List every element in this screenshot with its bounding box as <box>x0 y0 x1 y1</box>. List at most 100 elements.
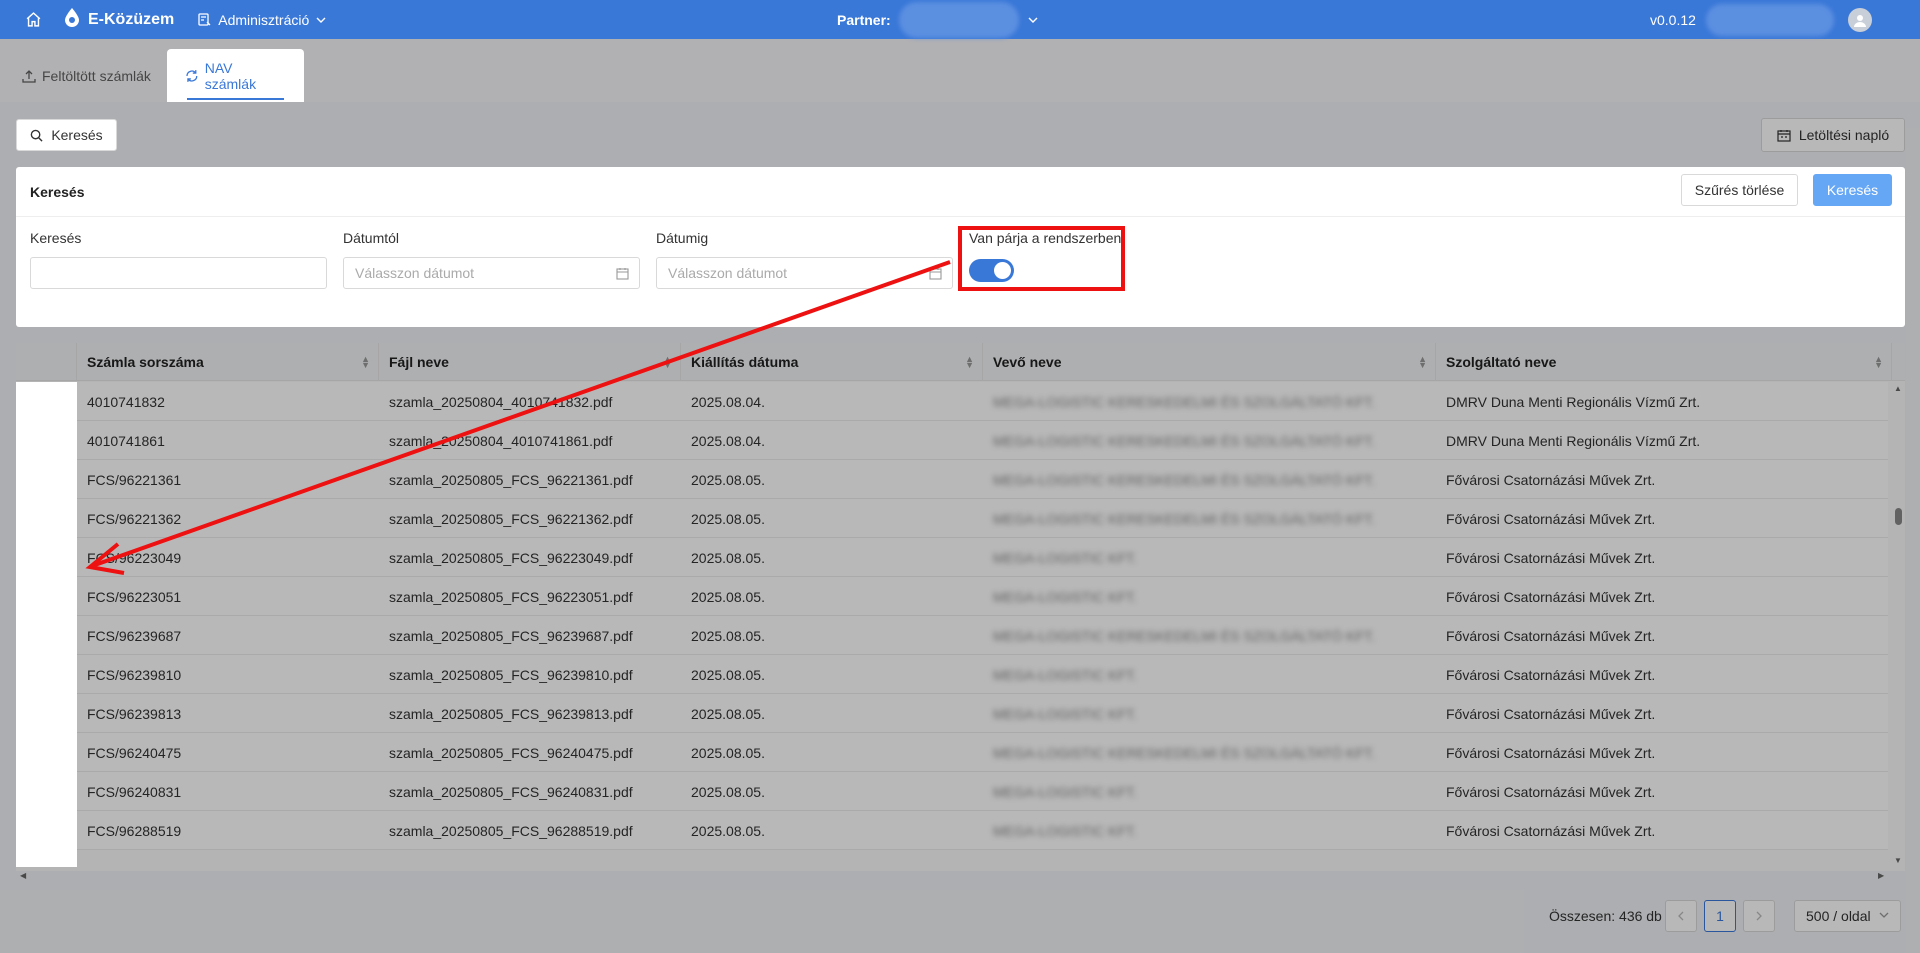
water-drop-icon <box>64 7 80 32</box>
vertical-scrollbar[interactable]: ▲ ▼ <box>1892 382 1905 867</box>
download-log-button[interactable]: Letöltési napló <box>1761 118 1905 152</box>
sort-icon[interactable]: ▲ ▼ <box>1418 355 1427 370</box>
cell-file-name-text: szamla_20250805_FCS_96221362.pdf <box>389 510 633 527</box>
table-row[interactable]: FCS/96223049 szamla_20250805_FCS_96223049… <box>16 538 1888 577</box>
cell-invoice-number-text: FCS/96223049 <box>87 549 182 566</box>
prev-page-button[interactable] <box>1665 900 1697 932</box>
sort-icon[interactable]: ▲ ▼ <box>965 355 974 370</box>
app-brand[interactable]: E-Közüzem <box>64 7 174 32</box>
scroll-left-icon[interactable]: ◀ <box>20 871 26 880</box>
cell-file-name: szamla_20250805_FCS_96223051.pdf <box>379 577 681 616</box>
date-to-placeholder: Válasszon dátumot <box>668 265 788 281</box>
cell-buyer-name: MEGA-LOGISTIC KERESKEDELMI ÉS SZOLGÁLTAT… <box>983 499 1436 538</box>
cell-provider-name: Fővárosi Csatornázási Művek Zrt. <box>1436 499 1888 538</box>
sort-icon[interactable]: ▲ ▼ <box>361 355 370 370</box>
cell-invoice-number-text: 4010741832 <box>87 393 165 410</box>
cell-provider-name: Fővárosi Csatornázási Művek Zrt. <box>1436 538 1888 577</box>
cell-file-name-text: szamla_20250805_FCS_96223051.pdf <box>389 588 633 605</box>
cell-issue-date-text: 2025.08.05. <box>691 471 765 488</box>
avatar[interactable] <box>1847 7 1872 32</box>
search-input[interactable] <box>30 257 327 289</box>
partner-value-redacted[interactable] <box>898 1 1019 38</box>
column-header-issue-date[interactable]: Kiállítás dátuma ▲ ▼ <box>681 343 983 381</box>
cell-buyer-name-text: MEGA-LOGISTIC KFT. <box>993 783 1137 800</box>
cell-invoice-number: 4010741832 <box>77 382 379 421</box>
cell-provider-name: Fővárosi Csatornázási Művek Zrt. <box>1436 811 1888 850</box>
cell-issue-date: 2025.08.05. <box>681 655 983 694</box>
column-header-file-name[interactable]: Fájl neve ▲ ▼ <box>379 343 681 381</box>
table-row[interactable]: FCS/96221361 szamla_20250805_FCS_96221361… <box>16 460 1888 499</box>
column-header-provider-name[interactable]: Szolgáltató neve ▲ ▼ <box>1436 343 1892 381</box>
cell-provider-name: DMRV Duna Menti Regionális Vízmű Zrt. <box>1436 421 1888 460</box>
cell-issue-date-text: 2025.08.05. <box>691 510 765 527</box>
scroll-up-icon[interactable]: ▲ <box>1894 384 1902 393</box>
cell-file-name: szamla_20250805_FCS_96221361.pdf <box>379 460 681 499</box>
table-row[interactable]: FCS/96239810 szamla_20250805_FCS_96239810… <box>16 655 1888 694</box>
page-size-select[interactable]: 500 / oldal <box>1794 900 1901 932</box>
cell-file-name-text: szamla_20250805_FCS_96239813.pdf <box>389 705 633 722</box>
tab-label: NAV számlák <box>204 59 257 92</box>
user-name-redacted[interactable] <box>1705 3 1834 36</box>
cell-provider-name: Fővárosi Csatornázási Művek Zrt. <box>1436 577 1888 616</box>
cell-provider-name-text: Fővárosi Csatornázási Művek Zrt. <box>1446 588 1656 605</box>
sort-icon[interactable]: ▲ ▼ <box>1874 355 1883 370</box>
column-header-invoice-number[interactable]: Számla sorszáma ▲ ▼ <box>77 343 379 381</box>
cell-invoice-number: FCS/96221361 <box>77 460 379 499</box>
chevron-right-icon <box>1756 911 1762 921</box>
home-icon[interactable] <box>24 11 42 29</box>
app-name: E-Közüzem <box>88 10 175 28</box>
table-row[interactable]: FCS/96288519 szamla_20250805_FCS_96288519… <box>16 811 1888 850</box>
table-row[interactable]: FCS/96221362 szamla_20250805_FCS_96221362… <box>16 499 1888 538</box>
version-area: v0.0.12 <box>1650 0 1872 39</box>
chevron-left-icon <box>1678 911 1684 921</box>
table-header: Számla sorszáma ▲ ▼ Fájl neve ▲ ▼ Kiállítá… <box>16 343 1905 381</box>
cell-buyer-name: MEGA-LOGISTIC KFT. <box>983 655 1436 694</box>
page-button[interactable]: 1 <box>1704 900 1736 932</box>
column-label: Számla sorszáma <box>87 354 204 370</box>
table-row[interactable]: FCS/96239813 szamla_20250805_FCS_96239813… <box>16 694 1888 733</box>
sort-icon[interactable]: ▲ ▼ <box>663 355 672 370</box>
cell-provider-name-text: Fővárosi Csatornázási Művek Zrt. <box>1446 666 1656 683</box>
column-header-buyer-name[interactable]: Vevő neve ▲ ▼ <box>983 343 1436 381</box>
cell-invoice-number: FCS/96240831 <box>77 772 379 811</box>
cell-buyer-name: MEGA-LOGISTIC KFT. <box>983 538 1436 577</box>
scroll-down-icon[interactable]: ▼ <box>1894 856 1902 865</box>
next-page-button[interactable] <box>1743 900 1775 932</box>
table-row[interactable]: 4010741861 szamla_20250804_4010741861.pdf… <box>16 421 1888 460</box>
admin-menu[interactable]: Adminisztráció <box>198 12 333 28</box>
cell-file-name-text: szamla_20250804_4010741861.pdf <box>389 432 613 449</box>
date-to-field[interactable]: Válasszon dátumot <box>656 257 953 289</box>
cell-file-name-text: szamla_20250805_FCS_96223049.pdf <box>389 549 633 566</box>
cell-file-name: szamla_20250805_FCS_96239810.pdf <box>379 655 681 694</box>
scrollbar-thumb[interactable] <box>1895 508 1902 525</box>
tab-label: Feltöltött számlák <box>42 67 151 84</box>
column-label: Vevő neve <box>993 354 1062 370</box>
column-label: Kiállítás dátuma <box>691 354 799 370</box>
search-button[interactable]: Keresés <box>1813 174 1892 206</box>
search-field-label: Keresés <box>30 230 82 246</box>
search-toggle-button[interactable]: Keresés <box>16 119 117 151</box>
scroll-right-icon[interactable]: ▶ <box>1878 871 1884 880</box>
date-to-label: Dátumig <box>656 230 709 246</box>
table-row[interactable]: FCS/96240831 szamla_20250805_FCS_96240831… <box>16 772 1888 811</box>
partner-selector[interactable]: Partner: <box>837 0 1039 39</box>
cell-issue-date-text: 2025.08.04. <box>691 393 765 410</box>
version-label: v0.0.12 <box>1650 11 1696 28</box>
chevron-down-icon[interactable] <box>1027 14 1039 26</box>
table-row[interactable]: 4010741832 szamla_20250804_4010741832.pdf… <box>16 382 1888 421</box>
date-from-field[interactable]: Válasszon dátumot <box>343 257 640 289</box>
table-row[interactable]: FCS/96240475 szamla_20250805_FCS_96240475… <box>16 733 1888 772</box>
cell-issue-date: 2025.08.05. <box>681 577 983 616</box>
cell-provider-name-text: DMRV Duna Menti Regionális Vízmű Zrt. <box>1446 393 1701 410</box>
admin-icon <box>198 12 211 26</box>
tab-uploaded-invoices[interactable]: Feltöltött számlák <box>4 49 169 102</box>
table-row[interactable]: FCS/96239687 szamla_20250805_FCS_96239687… <box>16 616 1888 655</box>
cell-issue-date-text: 2025.08.05. <box>691 783 765 800</box>
clear-filter-button[interactable]: Szűrés törlése <box>1681 174 1798 206</box>
tab-nav-invoices[interactable]: NAV számlák <box>167 49 304 102</box>
cell-issue-date: 2025.08.05. <box>681 811 983 850</box>
cell-file-name-text: szamla_20250805_FCS_96240475.pdf <box>389 744 633 761</box>
table-row[interactable]: FCS/96223051 szamla_20250805_FCS_96223051… <box>16 577 1888 616</box>
calendar-icon <box>616 268 629 280</box>
cell-invoice-number-text: FCS/96221361 <box>87 471 182 488</box>
